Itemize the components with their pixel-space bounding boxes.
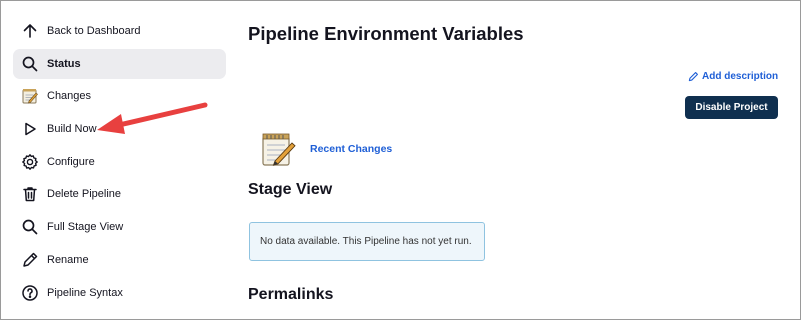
notepad-icon <box>262 133 296 166</box>
page-title: Pipeline Environment Variables <box>248 23 524 44</box>
sidebar-item-label: Changes <box>47 90 92 103</box>
stage-view-title: Stage View <box>248 181 333 198</box>
pencil-icon <box>688 72 698 82</box>
trash-icon <box>21 185 39 203</box>
sidebar-item-status[interactable]: Status <box>13 48 226 79</box>
sidebar-item-full-stage-view[interactable]: Full Stage View <box>13 212 226 242</box>
sidebar-item-label: Pipeline Syntax <box>47 286 123 299</box>
recent-changes: Recent Changes <box>259 131 392 167</box>
play-icon <box>21 120 39 138</box>
search-icon <box>21 218 39 236</box>
recent-changes-link[interactable]: Recent Changes <box>310 143 392 155</box>
sidebar-item-label: Delete Pipeline <box>47 188 121 201</box>
sidebar-item-label: Build Now <box>47 123 97 136</box>
sidebar-item-back-to-dashboard[interactable]: Back to Dashboard <box>13 16 226 46</box>
sidebar-item-label: Rename <box>47 253 89 266</box>
sidebar: Back to Dashboard Status Changes Build N… <box>13 16 226 310</box>
gear-icon <box>21 153 39 171</box>
sidebar-item-label: Status <box>47 57 81 70</box>
pencil-icon <box>21 251 39 269</box>
disable-project-button[interactable]: Disable Project <box>685 96 778 119</box>
page-frame: Back to Dashboard Status Changes Build N… <box>0 0 801 320</box>
permalinks-title: Permalinks <box>248 286 334 303</box>
sidebar-item-label: Full Stage View <box>47 221 124 234</box>
sidebar-item-pipeline-syntax[interactable]: Pipeline Syntax <box>13 278 226 308</box>
search-icon <box>21 55 39 73</box>
sidebar-item-configure[interactable]: Configure <box>13 147 226 177</box>
annotation-arrow-icon <box>97 102 208 134</box>
sidebar-item-rename[interactable]: Rename <box>13 245 226 275</box>
arrow-up-icon <box>21 22 39 40</box>
sidebar-item-label: Back to Dashboard <box>47 25 141 37</box>
add-description-label: Add description <box>702 71 779 82</box>
sidebar-item-delete-pipeline[interactable]: Delete Pipeline <box>13 179 226 209</box>
help-circle-icon <box>21 284 39 302</box>
add-description-link[interactable]: Add description <box>688 71 778 82</box>
notepad-icon <box>21 87 39 105</box>
sidebar-item-label: Configure <box>47 155 95 168</box>
no-data-notice: No data available. This Pipeline has not… <box>249 222 485 261</box>
